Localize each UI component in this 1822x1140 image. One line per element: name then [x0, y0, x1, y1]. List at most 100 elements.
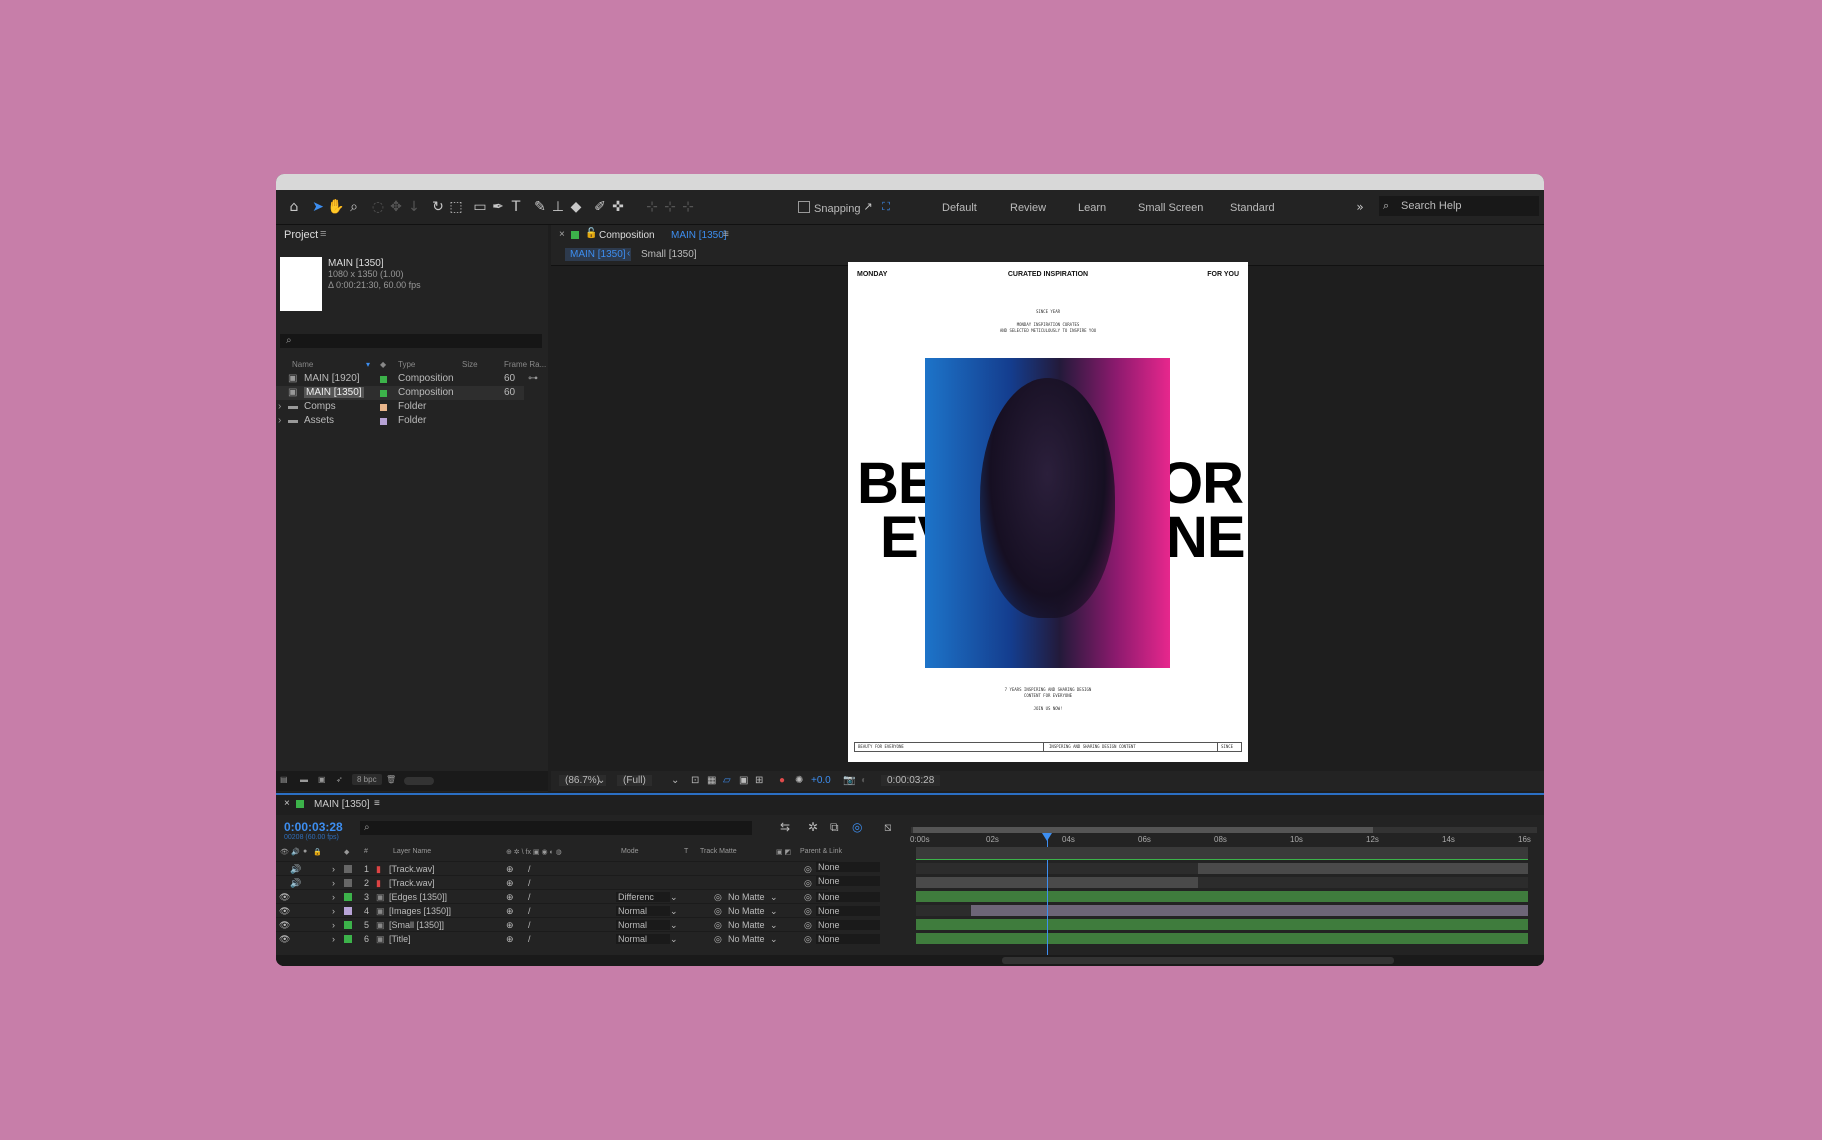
- anchor-icon[interactable]: ⬚: [446, 197, 466, 217]
- layer-duration-bar[interactable]: [971, 905, 1528, 916]
- parent-dropdown[interactable]: None: [816, 934, 880, 944]
- grid-guides-icon[interactable]: ⊞: [755, 775, 763, 786]
- label-column-icon[interactable]: ◆: [344, 848, 349, 856]
- rotate-icon[interactable]: ↻: [428, 197, 448, 217]
- chevron-down-icon[interactable]: ⌄: [670, 892, 678, 903]
- project-item[interactable]: › ▬ Assets Folder: [276, 414, 548, 428]
- composition-tab-name[interactable]: MAIN [1350]: [671, 230, 727, 241]
- pickwhip-icon[interactable]: ◎: [804, 934, 812, 945]
- matte-pickwhip-icon[interactable]: ◎: [714, 920, 722, 931]
- lock-column-icon[interactable]: 🔒: [313, 848, 322, 856]
- track-matte-dropdown[interactable]: No Matte: [728, 892, 765, 902]
- dolly-icon[interactable]: ↓: [404, 197, 424, 217]
- shy-switch-icon[interactable]: ⊕: [506, 906, 514, 917]
- layer-row[interactable]: 🔊 › 1 ▮ [Track.wav] ⊕ / ◎: [276, 861, 828, 876]
- project-panel-title[interactable]: Project: [284, 229, 318, 241]
- pickwhip-icon[interactable]: ◎: [804, 906, 812, 917]
- scrollbar-thumb[interactable]: [1002, 957, 1394, 964]
- layer-label-color[interactable]: [344, 921, 352, 929]
- puppet-pin-icon[interactable]: ✜: [608, 197, 628, 217]
- workspace-standard[interactable]: Standard: [1230, 202, 1275, 214]
- expand-chevron-icon[interactable]: ›: [332, 920, 335, 930]
- layer-label-color[interactable]: [344, 865, 352, 873]
- more-workspaces-icon[interactable]: »: [1350, 197, 1370, 217]
- composition-tab-label[interactable]: Composition: [599, 230, 655, 241]
- region-of-interest-icon[interactable]: ▣: [739, 775, 748, 786]
- panel-menu-icon[interactable]: ≡: [320, 228, 326, 240]
- project-search-input[interactable]: ⌕: [280, 334, 542, 348]
- layer-row[interactable]: 👁 › 4 ▣ [Images [1350]] ⊕ / Normal ⌄ ◎ No Matte ⌄ ◎ N…: [276, 903, 880, 918]
- parent-dropdown[interactable]: None: [816, 920, 880, 930]
- snapshot-camera-icon[interactable]: 📷: [843, 775, 855, 786]
- matte-pickwhip-icon[interactable]: ◎: [714, 892, 722, 903]
- shy-switch-icon[interactable]: ⊕: [506, 864, 514, 875]
- axis-world-icon[interactable]: ⊹: [660, 197, 680, 217]
- search-help-field[interactable]: ⌕ Search Help: [1379, 196, 1539, 216]
- parent-dropdown[interactable]: None: [816, 892, 880, 902]
- quality-switch-icon[interactable]: /: [528, 920, 531, 930]
- quality-switch-icon[interactable]: /: [528, 934, 531, 944]
- eye-icon[interactable]: 👁: [279, 892, 290, 903]
- new-composition-icon[interactable]: ▣: [318, 775, 326, 784]
- chevron-down-icon[interactable]: ⌄: [770, 934, 778, 945]
- rectangle-icon[interactable]: ▭: [470, 197, 490, 217]
- blend-mode-dropdown[interactable]: Normal: [616, 934, 670, 944]
- solo-column-icon[interactable]: ●: [303, 848, 307, 855]
- render-queue-icon[interactable]: ➶: [336, 775, 343, 784]
- selected-item-name[interactable]: MAIN [1350]: [328, 258, 421, 269]
- close-tab-icon[interactable]: ×: [559, 229, 565, 240]
- layer-name[interactable]: [Track.wav]: [389, 878, 435, 888]
- comp-mini-flowchart-icon[interactable]: ⇆: [780, 820, 790, 834]
- column-t[interactable]: T: [684, 848, 688, 855]
- parent-dropdown[interactable]: None: [816, 906, 880, 916]
- flowchart-icon[interactable]: ⊶: [528, 373, 538, 384]
- sort-arrow-icon[interactable]: ▾: [366, 360, 370, 369]
- type-icon[interactable]: T: [506, 197, 526, 217]
- project-item[interactable]: ▣ MAIN [1350] Composition 60: [276, 386, 524, 400]
- column-frame-rate[interactable]: Frame Ra...: [504, 360, 546, 369]
- audio-icon[interactable]: 🔊: [290, 878, 301, 889]
- frame-blending-icon[interactable]: ⧉: [830, 820, 839, 835]
- pen-icon[interactable]: ✒: [488, 197, 508, 217]
- timeline-scrollbar[interactable]: [276, 955, 1544, 966]
- snapping-toggle[interactable]: Snapping: [798, 201, 861, 215]
- chevron-down-icon[interactable]: ⌄: [671, 775, 679, 786]
- layer-duration-bar[interactable]: [916, 919, 1528, 930]
- matte-pickwhip-icon[interactable]: ◎: [714, 906, 722, 917]
- new-folder-icon[interactable]: ▬: [300, 775, 308, 784]
- shy-switch-icon[interactable]: ⊕: [506, 892, 514, 903]
- expand-chevron-icon[interactable]: ›: [332, 864, 335, 874]
- mask-visibility-icon[interactable]: ▱: [723, 775, 731, 786]
- expand-chevron-icon[interactable]: ›: [278, 415, 281, 426]
- column-size[interactable]: Size: [462, 360, 478, 369]
- snapping-checkbox[interactable]: [798, 201, 810, 213]
- shy-switch-icon[interactable]: ⊕: [506, 878, 514, 889]
- subtab-main[interactable]: MAIN [1350]: [565, 248, 631, 261]
- shy-switch-icon[interactable]: ⊕: [506, 920, 514, 931]
- chevron-down-icon[interactable]: ⌄: [670, 920, 678, 931]
- expand-chevron-icon[interactable]: ›: [332, 934, 335, 944]
- pickwhip-icon[interactable]: ◎: [804, 864, 812, 875]
- expand-chevron-icon[interactable]: ›: [278, 401, 281, 412]
- eye-column-icon[interactable]: 👁: [280, 848, 289, 856]
- switches-header-icon[interactable]: ⊕ ✲ \ fx ▣ ◉ ◐ ◍: [506, 848, 562, 856]
- shy-switch-icon[interactable]: ⊕: [506, 934, 514, 945]
- track-matte-dropdown[interactable]: No Matte: [728, 906, 765, 916]
- transparency-grid-icon[interactable]: ▦: [707, 775, 716, 786]
- motion-blur-icon[interactable]: ◎: [852, 820, 862, 834]
- axis-local-icon[interactable]: ⊹: [642, 197, 662, 217]
- orbit-icon[interactable]: ◌: [368, 197, 388, 217]
- blend-mode-dropdown[interactable]: Normal: [616, 920, 670, 930]
- thumbnail-scroll[interactable]: [404, 777, 434, 785]
- lock-icon[interactable]: 🔓: [585, 228, 597, 239]
- trash-icon[interactable]: 🗑: [386, 775, 396, 784]
- workspace-learn[interactable]: Learn: [1078, 202, 1106, 214]
- pan-icon[interactable]: ✥: [386, 197, 406, 217]
- layer-row[interactable]: 🔊 › 2 ▮ [Track.wav] ⊕ / ◎: [276, 875, 828, 890]
- brush-icon[interactable]: ✎: [530, 197, 550, 217]
- exposure-reset-icon[interactable]: ✺: [795, 775, 803, 786]
- layer-label-color[interactable]: [344, 935, 352, 943]
- chevron-down-icon[interactable]: ⌄: [670, 934, 678, 945]
- draft-3d-icon[interactable]: ✲: [808, 820, 818, 834]
- window-title-bar[interactable]: [276, 174, 1544, 190]
